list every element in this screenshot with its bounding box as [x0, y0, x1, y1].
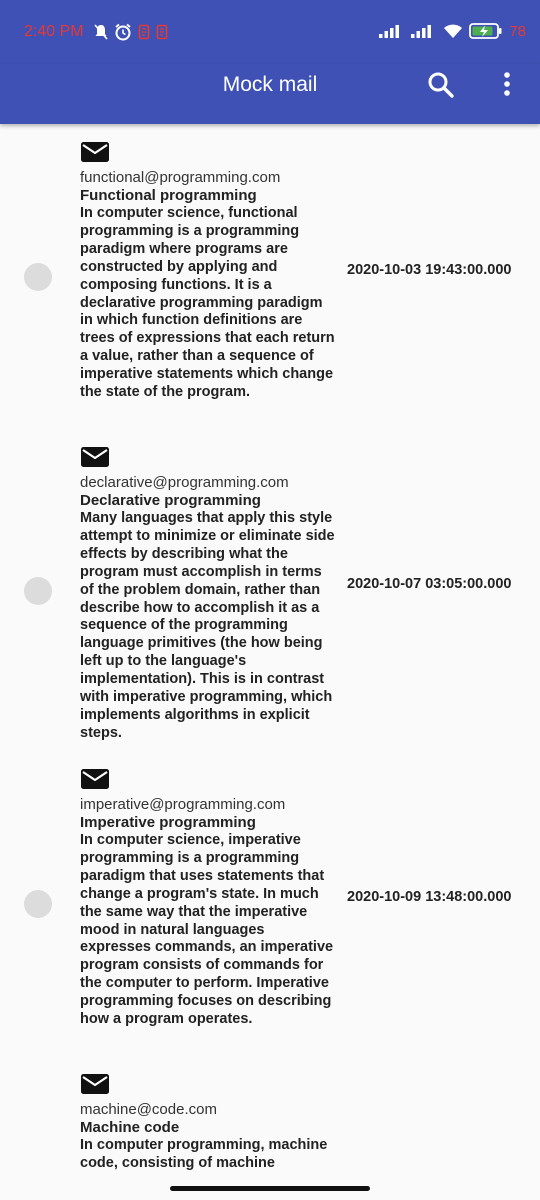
status-time: 2:40 PM — [24, 23, 84, 40]
mail-icon — [81, 142, 109, 162]
mail-subject: Imperative programming — [80, 814, 256, 831]
status-icons-left — [94, 22, 168, 42]
signal-icon — [411, 25, 432, 38]
mail-date: 2020-10-07 03:05:00.000 — [347, 576, 512, 592]
mail-sender: machine@code.com — [80, 1101, 217, 1118]
home-indicator[interactable] — [170, 1186, 370, 1191]
avatar[interactable] — [24, 890, 52, 918]
alarm-icon — [115, 23, 131, 41]
mail-date: 2020-10-03 19:43:00.000 — [347, 262, 512, 278]
mail-content: declarative@programming.com Declarative … — [80, 474, 336, 743]
battery-percent: 78 — [509, 22, 526, 40]
app-title: Mock mail — [222, 73, 318, 96]
avatar[interactable] — [24, 577, 52, 605]
mail-body: In computer science, imperative programm… — [80, 832, 334, 1028]
search-button[interactable] — [426, 70, 456, 100]
wifi-icon — [444, 24, 463, 38]
mail-content: functional@programming.com Functional pr… — [80, 169, 336, 402]
mail-sender: declarative@programming.com — [80, 474, 289, 491]
mail-content: machine@code.com Machine code In compute… — [80, 1101, 336, 1173]
mail-content: imperative@programming.com Imperative pr… — [80, 796, 336, 1029]
search-icon — [428, 72, 454, 98]
mail-date: 2020-10-09 13:48:00.000 — [347, 889, 512, 905]
battery-charging-icon — [469, 23, 502, 39]
mail-subject: Declarative programming — [80, 492, 261, 509]
mail-list[interactable]: functional@programming.com Functional pr… — [0, 124, 540, 1176]
mail-sender: imperative@programming.com — [80, 796, 286, 813]
notification-icon — [156, 24, 168, 40]
mail-icon — [81, 1074, 109, 1094]
avatar[interactable] — [24, 263, 52, 291]
more-vert-icon — [504, 72, 510, 96]
mail-body: In computer science, functional programm… — [80, 205, 335, 401]
notification-icon — [138, 24, 150, 40]
mail-body: Many languages that apply this style att… — [80, 510, 335, 741]
mute-icon — [94, 24, 108, 40]
mail-item[interactable]: functional@programming.com Functional pr… — [0, 124, 540, 429]
mail-item[interactable]: machine@code.com Machine code In compute… — [0, 1056, 540, 1176]
status-icons-right: 78 — [379, 21, 526, 41]
app-bar: Mock mail — [0, 64, 540, 124]
mail-sender: functional@programming.com — [80, 169, 281, 186]
mail-subject: Functional programming — [80, 187, 257, 204]
more-options-button[interactable] — [496, 70, 518, 100]
mail-subject: Machine code — [80, 1119, 180, 1136]
mail-item[interactable]: imperative@programming.com Imperative pr… — [0, 751, 540, 1056]
mail-icon — [81, 447, 109, 467]
mail-icon — [81, 769, 109, 789]
signal-icon — [379, 25, 400, 38]
status-bar: 2:40 PM 78 — [0, 0, 540, 64]
mail-item[interactable]: declarative@programming.com Declarative … — [0, 429, 540, 751]
mail-body: In computer programming, machine code, c… — [80, 1137, 328, 1171]
